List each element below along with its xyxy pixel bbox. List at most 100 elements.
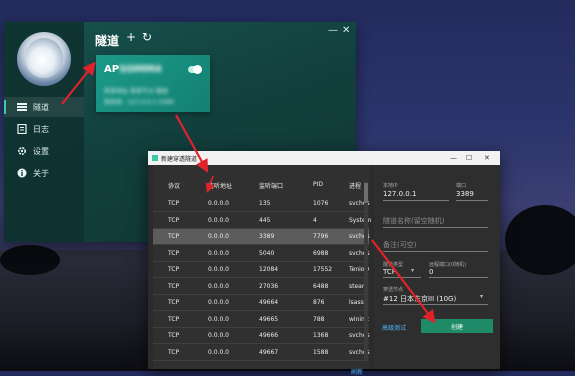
column-header[interactable]: 进程 bbox=[349, 181, 361, 190]
column-header[interactable]: 监听端口 bbox=[259, 181, 283, 190]
minimize-button[interactable]: — bbox=[450, 151, 457, 165]
gear-icon bbox=[16, 146, 27, 157]
log-icon bbox=[16, 124, 27, 135]
background-tree bbox=[505, 205, 575, 275]
table-cell: TCP bbox=[168, 299, 180, 306]
table-row[interactable]: TCP 0.0.0.0 49666 1368 svchos bbox=[153, 328, 370, 344]
table-cell: 12084 bbox=[259, 266, 279, 273]
tunnel-name-prefix: AP bbox=[104, 64, 120, 75]
table-cell: 1076 bbox=[313, 200, 329, 207]
maximize-button[interactable]: ☐ bbox=[466, 151, 472, 165]
tunnel-name-input[interactable]: 隧道名称(留空随机) bbox=[383, 216, 444, 226]
refresh-icon[interactable]: ↻ bbox=[142, 30, 152, 44]
field-underline bbox=[383, 227, 488, 228]
table-cell: 49664 bbox=[259, 299, 279, 306]
table-cell: 1588 bbox=[313, 348, 329, 356]
create-button[interactable]: 创建 bbox=[421, 319, 493, 333]
tunnel-name-blurred: SOMM4 bbox=[119, 64, 162, 75]
scrollbar-thumb[interactable] bbox=[364, 183, 368, 203]
field-underline bbox=[456, 200, 488, 201]
table-cell: TCP bbox=[168, 282, 180, 290]
table-row[interactable]: TCP 0.0.0.0 3389 7796 svchos bbox=[153, 229, 370, 245]
local-ip-field[interactable]: 127.0.0.1 bbox=[383, 190, 416, 198]
table-cell: 1368 bbox=[313, 332, 329, 339]
table-cell: TCP bbox=[168, 266, 180, 273]
table-row[interactable]: TCP 0.0.0.0 49664 876 lsass bbox=[153, 295, 369, 311]
table-cell: 0.0.0.0 bbox=[208, 216, 229, 224]
column-header[interactable]: 监听地址 bbox=[208, 181, 232, 190]
table-cell: 135 bbox=[259, 200, 271, 207]
table-cell: 445 bbox=[259, 216, 271, 224]
table-cell: 788 bbox=[313, 315, 325, 323]
table-cell: 27036 bbox=[259, 282, 279, 290]
port-label: 端口 bbox=[456, 183, 467, 189]
close-button[interactable]: ✕ bbox=[484, 151, 490, 165]
table-cell: TCP bbox=[168, 315, 180, 323]
table-row[interactable]: TCP 0.0.0.0 49665 788 wininit bbox=[153, 312, 369, 328]
avatar[interactable] bbox=[17, 32, 71, 86]
add-tunnel-button[interactable]: + bbox=[126, 30, 136, 44]
background-tree bbox=[0, 245, 60, 275]
tunnel-form: 本地IP 127.0.0.1 端口 3389 隧道名称(留空随机) 备注(可空)… bbox=[374, 165, 500, 369]
chevron-down-icon: ▾ bbox=[411, 267, 415, 274]
node-select[interactable]: #12 日本东京III (10G) bbox=[383, 294, 456, 304]
tunnel-name: APSOMM4 bbox=[104, 64, 162, 75]
tunnel-type-select[interactable]: TCP bbox=[383, 268, 396, 276]
advanced-test-link[interactable]: 高级测试 bbox=[382, 323, 406, 332]
sidebar-item-tunnels[interactable]: 隧道 bbox=[4, 97, 84, 117]
sidebar-item-settings[interactable]: 设置 bbox=[4, 141, 84, 161]
sidebar-item-label: 日志 bbox=[33, 124, 49, 134]
field-underline bbox=[383, 200, 449, 201]
table-cell: 0.0.0.0 bbox=[208, 233, 229, 240]
sidebar-item-label: 设置 bbox=[33, 146, 49, 156]
page-title: 隧道 bbox=[95, 34, 120, 48]
table-row[interactable]: TCP 0.0.0.0 135 1076 svchos bbox=[153, 196, 370, 212]
sidebar-item-log[interactable]: 日志 bbox=[4, 119, 84, 139]
table-cell: 876 bbox=[313, 299, 325, 306]
table-cell: 0.0.0.0 bbox=[208, 282, 229, 290]
column-header[interactable]: PID bbox=[313, 181, 323, 188]
table-row[interactable]: TCP 0.0.0.0 27036 6488 steam bbox=[153, 279, 369, 295]
minimize-button[interactable]: — bbox=[328, 25, 338, 36]
tunnel-type-label: 隧道类型 bbox=[383, 262, 404, 268]
table-row[interactable]: TCP 0.0.0.0 12084 17552 TenioD bbox=[153, 262, 369, 278]
table-cell: 0.0.0.0 bbox=[208, 348, 229, 356]
table-cell: lsass bbox=[349, 299, 364, 306]
port-field[interactable]: 3389 bbox=[456, 190, 474, 198]
scrollbar[interactable] bbox=[364, 181, 368, 361]
table-cell: System bbox=[349, 216, 372, 224]
table-cell: 0.0.0.0 bbox=[208, 200, 229, 207]
tunnel-toggle[interactable] bbox=[188, 65, 202, 74]
table-cell: TCP bbox=[168, 200, 180, 207]
node-label: 穿透节点 bbox=[383, 287, 404, 293]
field-underline bbox=[383, 304, 488, 305]
table-cell: 0.0.0.0 bbox=[208, 332, 229, 339]
sidebar-item-about[interactable]: 关于 bbox=[4, 163, 84, 183]
info-icon bbox=[16, 168, 27, 179]
sidebar-item-label: 隧道 bbox=[33, 102, 49, 112]
table-cell: 3389 bbox=[259, 233, 275, 240]
refresh-link[interactable]: 刷新 bbox=[351, 367, 363, 376]
column-header[interactable]: 协议 bbox=[168, 181, 180, 190]
dialog-titlebar: 新建穿透隧道 bbox=[148, 151, 500, 165]
table-cell: TCP bbox=[168, 332, 180, 339]
close-button[interactable]: ✕ bbox=[342, 25, 350, 36]
tunnel-detail: 某某地址 某某节点 隧道 bbox=[104, 88, 168, 95]
table-cell: TCP bbox=[168, 216, 180, 224]
sidebar-item-label: 关于 bbox=[33, 168, 49, 178]
app-icon bbox=[152, 155, 158, 161]
table-cell: 7796 bbox=[313, 233, 329, 240]
table-cell: TCP bbox=[168, 348, 180, 356]
table-cell: 0.0.0.0 bbox=[208, 249, 229, 257]
table-cell: 0.0.0.0 bbox=[208, 299, 229, 306]
table-cell: 17552 bbox=[313, 266, 333, 273]
sidebar: 隧道 日志 设置 关于 bbox=[4, 22, 84, 242]
remark-input[interactable]: 备注(可空) bbox=[383, 240, 416, 250]
tunnel-card[interactable]: APSOMM4 某某地址 某某节点 隧道 某某某 · 127.0.0.1:338… bbox=[96, 55, 210, 112]
table-row[interactable]: TCP 0.0.0.0 49667 1588 svchos bbox=[153, 345, 370, 361]
table-row[interactable]: TCP 0.0.0.0 5040 6988 svchos bbox=[153, 246, 370, 262]
table-row[interactable]: TCP 0.0.0.0 445 4 System bbox=[153, 213, 372, 229]
table-cell: 4 bbox=[313, 216, 317, 224]
table-cell: 49667 bbox=[259, 348, 279, 356]
remote-port-field[interactable]: 0 bbox=[429, 268, 433, 276]
